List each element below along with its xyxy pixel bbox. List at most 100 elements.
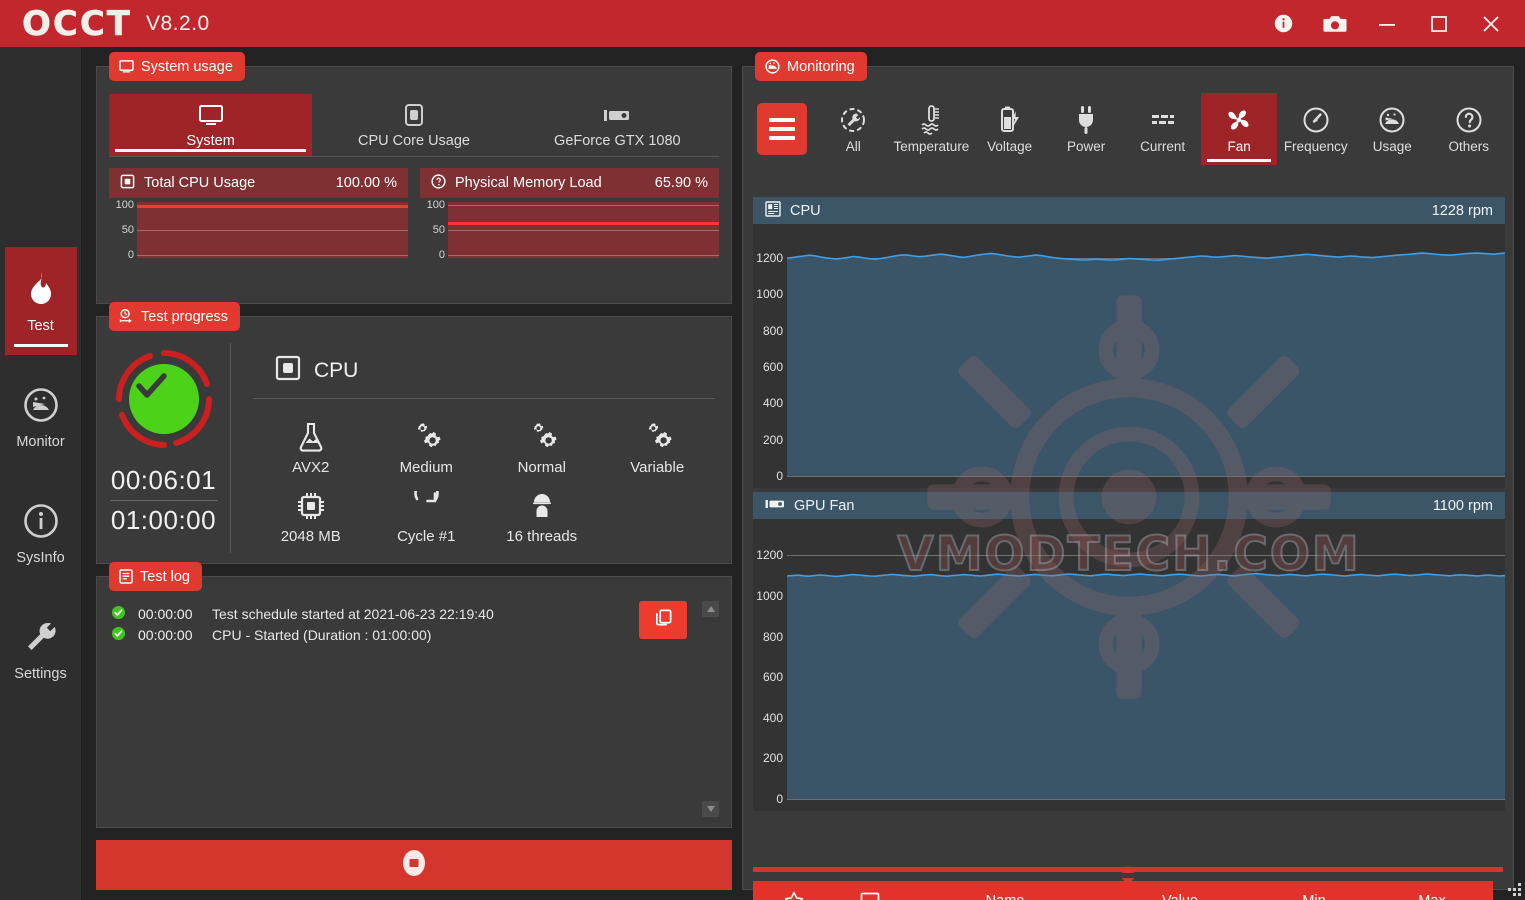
tab-label: CPU Core Usage [357,132,470,149]
thermometer-icon [918,104,944,136]
stop-test-button[interactable] [96,840,732,890]
tab-geforce-gtx-1080[interactable]: GeForce GTX 1080 [516,94,719,156]
tab-voltage[interactable]: Voltage [971,93,1048,165]
total-time: 01:00:00 [110,505,217,535]
system-usage-gauges: Total CPU Usage 100.00 % 100 50 0 Physic… [97,157,731,261]
sidebar-item-label: Monitor [16,433,65,450]
panel-splitter[interactable] [753,860,1503,885]
column-name[interactable]: Name [905,893,1105,900]
status-ok-icon [111,626,126,644]
copy-log-button[interactable] [639,601,687,639]
sidebar-item-settings[interactable]: Settings [5,595,77,703]
camera-icon[interactable] [1309,0,1361,47]
param-label: 2048 MB [280,528,341,545]
window-resize-grip[interactable] [1508,883,1522,897]
test-params-grid: AVX2 Medium Normal Variable 2048 MB Cycl… [253,399,715,545]
info-icon[interactable] [1257,0,1309,47]
test-log-title: Test log [140,568,190,585]
chart-plot-area: 1200 1000 800 600 400 200 0 [753,519,1505,811]
param-instruction-set: AVX2 [253,421,369,476]
tab-label: GeForce GTX 1080 [554,132,681,149]
tab-current[interactable]: Current [1124,93,1201,165]
log-scroll-up-button[interactable] [702,601,719,617]
hamburger-icon[interactable] [757,103,807,155]
param-threads: 16 threads [484,490,600,545]
chart-plot [787,224,1505,488]
star-icon[interactable] [753,891,835,900]
sensor-table-header: Name Value Min Max [753,881,1493,900]
tab-cpu-core-usage[interactable]: CPU Core Usage [312,94,515,156]
log-message: Test schedule started at 2021-06-23 22:1… [212,605,494,622]
gauge-axis: 100 50 0 [109,199,137,260]
sidebar-item-monitor[interactable]: Monitor [5,363,77,471]
sidebar-item-label: Settings [14,665,67,682]
gauge-icon [21,385,61,425]
tab-label: Temperature [893,138,970,154]
tab-fan[interactable]: Fan [1200,93,1278,165]
tab-all[interactable]: All [815,93,892,165]
test-progress-status: 00:06:01 01:00:00 [97,343,231,553]
test-progress-tag: Test progress [109,302,241,331]
refresh-icon [411,490,441,522]
monitoring-tag: Monitoring [755,52,867,81]
param-label: Normal [517,459,566,476]
cpu-icon [403,102,425,128]
log-scroll-down-button[interactable] [702,801,719,817]
copy-icon [654,608,673,632]
system-usage-tag: System usage [109,52,245,81]
status-ok-icon [111,605,126,623]
column-value[interactable]: Value [1105,893,1255,900]
monitoring-panel: Monitoring All Temperature Voltage Power… [742,52,1514,900]
sidebar-item-label: Test [27,317,54,334]
param-label: 16 threads [506,528,578,545]
current-icon [1149,104,1177,136]
tab-system[interactable]: System [109,94,313,156]
sidebar-item-test[interactable]: Test [4,247,77,355]
tab-usage[interactable]: Usage [1354,93,1431,165]
tab-label: Fan [1227,138,1251,154]
plug-icon [1074,104,1098,136]
axis-tick: 400 [762,396,783,411]
monitor-icon[interactable] [835,892,905,900]
gpu-icon [603,102,631,128]
chart-y-axis: 1200 1000 800 600 400 200 0 [753,224,787,488]
axis-tick: 1200 [756,548,783,563]
tab-others[interactable]: Others [1431,93,1508,165]
column-min[interactable]: Min [1255,893,1373,900]
cpu-icon [120,174,135,193]
gauge-name: Physical Memory Load [455,175,602,191]
axis-tick: 800 [762,323,783,338]
test-details: CPU AVX2 Medium Normal Variable 2048 MB … [231,343,731,553]
test-log-tag: Test log [109,562,202,591]
tab-power[interactable]: Power [1048,93,1125,165]
battery-bolt-icon [997,104,1023,136]
log-entry: 00:00:00 Test schedule started at 2021-0… [111,603,721,624]
system-usage-panel: System usage System CPU Core Usage GeFor… [96,52,732,304]
close-icon[interactable] [1465,0,1517,47]
gears-icon [526,421,558,453]
stop-icon [399,848,429,883]
timer-icon [119,309,134,324]
sidebar-item-sysinfo[interactable]: SysInfo [5,479,77,587]
title-bar: OCCT V8.2.0 [0,0,1525,47]
test-log-entries: 00:00:00 Test schedule started at 2021-0… [97,577,731,827]
question-circle-icon [431,173,446,193]
tab-frequency[interactable]: Frequency [1277,93,1354,165]
maximize-icon[interactable] [1413,0,1465,47]
param-priority: Normal [484,421,600,476]
tab-label: Frequency [1283,138,1348,154]
test-progress-title: Test progress [141,308,229,325]
axis-tick: 200 [762,751,783,766]
tab-temperature[interactable]: Temperature [892,93,972,165]
tab-label: Voltage [987,138,1033,154]
info-circle-icon [21,501,61,541]
param-empty [600,490,716,545]
param-label: AVX2 [292,459,330,476]
minimize-icon[interactable] [1361,0,1413,47]
test-log-panel: Test log 00:00:00 Test schedule started … [96,562,732,828]
column-max[interactable]: Max [1373,893,1491,900]
monitoring-tabs: All Temperature Voltage Power Current Fa… [751,93,1507,165]
param-cycle: Cycle #1 [369,490,485,545]
gauge-value: 65.90 % [654,175,708,191]
axis-tick: 0 [438,248,445,261]
